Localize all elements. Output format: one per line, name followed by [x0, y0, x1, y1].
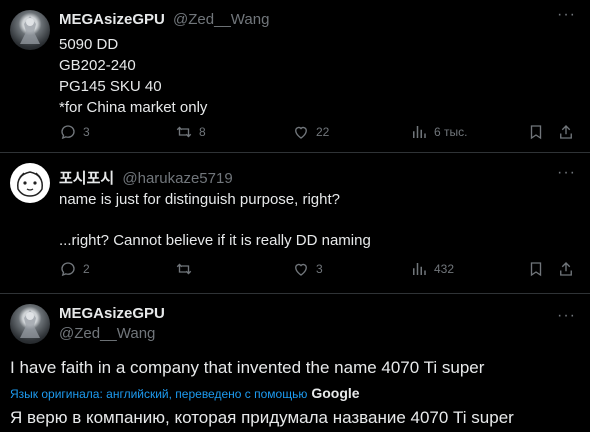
bookmark-icon [530, 262, 542, 277]
reply-count: 3 [83, 125, 90, 139]
heart-icon [295, 263, 307, 276]
google-logo: Google [311, 385, 360, 401]
reply-icon [61, 262, 75, 277]
figure-icon [20, 310, 40, 338]
author-row: MEGAsizeGPU @Zed__Wang [59, 11, 269, 28]
views-icon [413, 126, 426, 138]
tweet-text: I have faith in a company that invented … [10, 358, 485, 377]
retweet-icon [176, 263, 192, 275]
views-icon [413, 263, 426, 275]
share-icon [560, 125, 572, 139]
tweet-2[interactable]: 포시포시 @harukaze5719 ··· name is just for … [0, 153, 590, 293]
like-button[interactable]: 3 [292, 260, 323, 278]
heart-icon [295, 126, 307, 139]
avatar[interactable] [10, 163, 50, 203]
retweet-button[interactable]: 8 [175, 123, 206, 141]
share-button[interactable] [557, 123, 581, 141]
translation-label: Язык оригинала: английский, переведено с… [10, 387, 308, 401]
retweet-icon [176, 126, 192, 138]
translation-note[interactable]: Язык оригинала: английский, переведено с… [10, 385, 360, 401]
reply-count: 2 [83, 262, 90, 276]
view-count: 432 [434, 262, 455, 276]
avatar[interactable] [10, 10, 50, 50]
views-button[interactable]: 6 тыс. [410, 123, 467, 141]
tweet-line: name is just for distinguish purpose, ri… [59, 191, 340, 208]
retweet-button[interactable] [175, 260, 199, 278]
reply-button[interactable]: 3 [59, 123, 90, 141]
share-icon [560, 262, 572, 276]
tweet-line: *for China market only [59, 99, 208, 116]
view-count: 6 тыс. [434, 125, 468, 139]
display-name[interactable]: MEGAsizeGPU [59, 11, 165, 28]
handle[interactable]: @Zed__Wang [173, 11, 269, 28]
more-options-icon[interactable]: ··· [557, 307, 576, 325]
handle[interactable]: @Zed__Wang [59, 325, 155, 342]
translated-text: Я верю в компанию, которая придумала наз… [10, 408, 514, 427]
reply-button[interactable]: 2 [59, 260, 90, 278]
tweet-line: 5090 DD [59, 36, 119, 53]
tweet-1[interactable]: MEGAsizeGPU @Zed__Wang ··· 5090 DD GB202… [0, 0, 590, 152]
share-button[interactable] [557, 260, 581, 278]
bookmark-button[interactable] [527, 260, 551, 278]
action-bar: 3 8 22 6 тыс. [59, 123, 579, 143]
display-name[interactable]: 포시포시 [59, 170, 114, 187]
tweet-line: GB202-240 [59, 57, 136, 74]
retweet-count: 8 [199, 125, 206, 139]
figure-icon [20, 16, 40, 44]
bookmark-button[interactable] [527, 123, 551, 141]
more-options-icon[interactable]: ··· [557, 6, 576, 24]
action-bar: 2 3 432 [59, 260, 579, 280]
like-count: 22 [316, 125, 330, 139]
handle[interactable]: @harukaze5719 [122, 170, 232, 187]
face-icon [17, 171, 43, 197]
tweet-line: ...right? Cannot believe if it is really… [59, 232, 371, 249]
tweet-line: PG145 SKU 40 [59, 78, 162, 95]
display-name[interactable]: MEGAsizeGPU [59, 305, 165, 322]
reply-icon [61, 125, 75, 140]
like-button[interactable]: 22 [292, 123, 329, 141]
author-row: 포시포시 @harukaze5719 [59, 167, 233, 188]
avatar[interactable] [10, 304, 50, 344]
main-tweet: MEGAsizeGPU @Zed__Wang ··· I have faith … [0, 294, 590, 432]
like-count: 3 [316, 262, 323, 276]
more-options-icon[interactable]: ··· [557, 164, 576, 182]
views-button[interactable]: 432 [410, 260, 454, 278]
bookmark-icon [530, 125, 542, 140]
